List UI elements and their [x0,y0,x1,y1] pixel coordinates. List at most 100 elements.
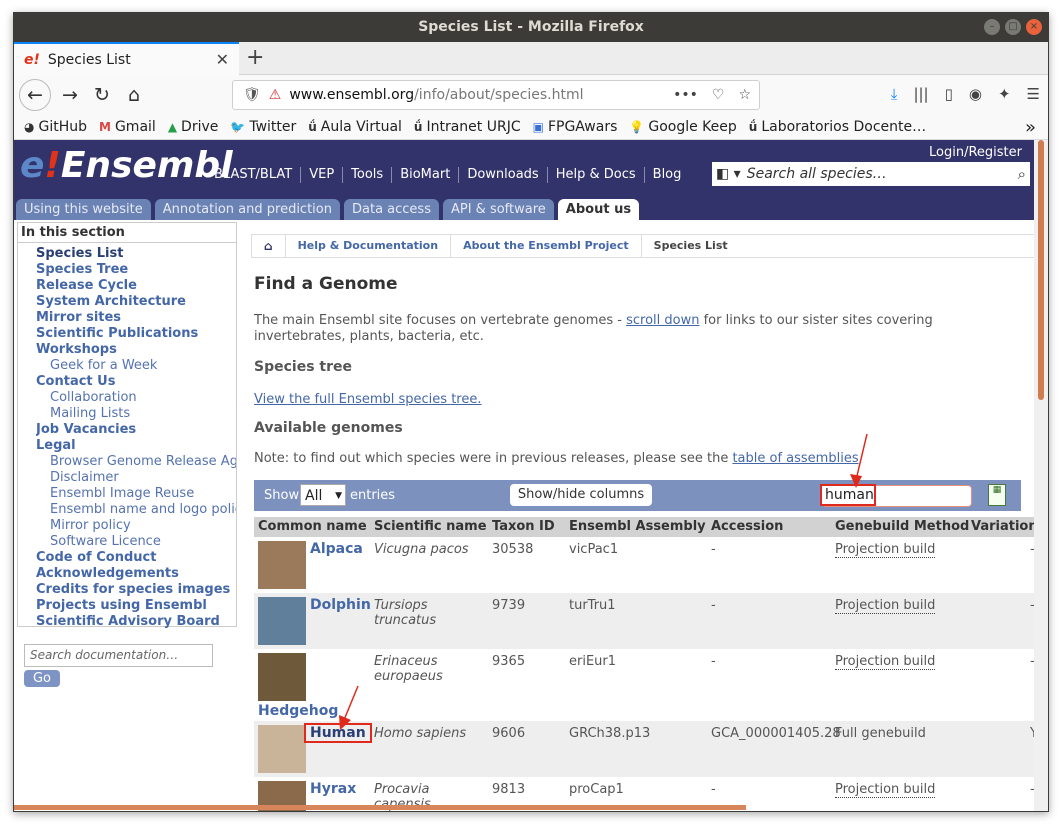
bookmark-star-icon[interactable]: ☆ [738,87,751,103]
topnav-link[interactable]: BLAST/BLAT [206,167,300,183]
close-tab-icon[interactable]: ✕ [216,50,229,69]
topnav-link[interactable]: VEP [300,167,342,183]
breadcrumb-item[interactable]: Help & Documentation [286,235,452,257]
page-actions-icon[interactable]: ••• [673,87,698,103]
genebuild-method[interactable]: Projection build [835,782,936,798]
column-header[interactable]: Accession [711,519,783,534]
login-register-link[interactable]: Login/Register [929,145,1022,160]
sidebar-item[interactable]: Mirror policy [36,518,236,534]
species-name-link[interactable]: Dolphin [310,597,371,613]
sidebar-item[interactable]: Scientific Publications [36,326,236,342]
topnav-link[interactable]: Help & Docs [546,167,644,183]
export-excel-icon[interactable]: ▦ [988,484,1006,506]
bookmark-item[interactable]: ▲ Drive [168,119,219,135]
doc-search-go-button[interactable]: Go [24,670,60,687]
close-window-button[interactable]: × [1026,19,1042,35]
topnav-link[interactable]: Blog [643,167,690,183]
site-search-input[interactable]: ◧ ▾ Search all species… ⌕ [712,162,1030,186]
vertical-scrollbar[interactable] [1034,140,1048,811]
topnav-link[interactable]: Downloads [458,167,546,183]
library-icon[interactable]: ||| [913,85,928,103]
bookmark-item[interactable]: ǘ Laboratorios Docente… [749,119,926,135]
breadcrumb-item[interactable]: About the Ensembl Project [451,235,642,257]
bookmark-item[interactable]: 🐦 Twitter [230,119,296,135]
home-button[interactable]: ⌂ [121,82,147,108]
sidebar-item[interactable]: Legal [36,438,236,454]
sidebar-item[interactable]: Projects using Ensembl [36,598,236,614]
species-name-link[interactable]: Hedgehog [258,703,338,719]
species-tree-link[interactable]: View the full Ensembl species tree. [254,392,481,407]
maximize-button[interactable]: □ [1005,19,1021,35]
section-tab[interactable]: API & software [442,199,554,220]
browser-tab[interactable]: e! Species List ✕ [14,42,239,75]
sidebar-item[interactable]: Mirror sites [36,310,236,326]
topnav-link[interactable]: BioMart [391,167,458,183]
reload-button[interactable]: ↻ [89,82,115,108]
species-name-link[interactable]: Alpaca [310,541,363,557]
column-header[interactable]: Scientific name [374,519,487,534]
bookmark-item[interactable]: ǘ Aula Virtual [308,119,402,135]
scrollbar-thumb[interactable] [1038,140,1044,400]
section-tab[interactable]: About us [557,199,640,220]
sidebar-item[interactable]: Release Cycle [36,278,236,294]
forward-button[interactable]: → [57,82,83,108]
topnav-link[interactable]: Tools [342,167,391,183]
sidebar-item[interactable]: Browser Genome Release Agreement [36,454,236,470]
column-header[interactable]: Taxon ID [492,519,555,534]
sidebar-item[interactable]: Species Tree [36,262,236,278]
minimize-button[interactable]: – [984,19,1000,35]
sidebar-icon[interactable]: ▯ [945,85,953,103]
new-tab-button[interactable]: + [246,45,264,70]
bookmark-item[interactable]: ▣ FPGAwars [533,119,618,135]
column-header[interactable]: Ensembl Assembly [569,519,706,534]
sidebar-item[interactable]: Acknowledgements [36,566,236,582]
genebuild-method[interactable]: Projection build [835,654,936,670]
url-bar[interactable]: 🛡 ⚠ www.ensembl.org /info/about/species.… [232,80,760,110]
sidebar-item[interactable]: Code of Conduct [36,550,236,566]
column-header[interactable]: Variation d [971,519,1036,534]
column-header[interactable]: Common name [258,519,367,534]
scroll-down-link[interactable]: scroll down [626,313,699,328]
section-tab[interactable]: Data access [344,199,439,220]
sidebar-item[interactable]: Job Vacancies [36,422,236,438]
sidebar-item[interactable]: Ensembl Image Reuse [36,486,236,502]
pocket-icon[interactable]: ♡ [712,87,725,103]
section-tab[interactable]: Annotation and prediction [154,199,340,220]
sidebar-item[interactable]: Workshops [36,342,236,358]
bookmark-item[interactable]: M Gmail [99,119,156,135]
bookmark-item[interactable]: ◕ GitHub [24,119,87,135]
genebuild-method[interactable]: Projection build [835,598,936,614]
extension-icon[interactable]: ✦ [998,85,1011,103]
sidebar-item[interactable]: Software Licence [36,534,236,550]
account-icon[interactable]: ◉ [969,85,982,103]
doc-search-input[interactable]: Search documentation… [24,644,213,667]
species-selector-icon[interactable]: ◧ ▾ [716,166,741,182]
species-name-link[interactable]: Hyrax [310,781,356,797]
sidebar-item[interactable]: Disclaimer [36,470,236,486]
home-icon[interactable]: ⌂ [252,235,286,257]
sidebar-item[interactable]: Ensembl name and logo policy [36,502,236,518]
column-header[interactable]: Genebuild Method [835,519,969,534]
section-tab[interactable]: Using this website [16,199,151,220]
insecure-lock-icon[interactable]: ⚠ [269,87,282,103]
ensembl-logo[interactable]: e!Ensembl [20,145,233,186]
bookmark-item[interactable]: 💡 Google Keep [629,119,736,135]
sidebar-item[interactable]: Mailing Lists [36,406,236,422]
sidebar-item[interactable]: System Architecture [36,294,236,310]
menu-icon[interactable]: ☰ [1027,85,1040,103]
entries-select[interactable]: All ▼ [300,484,346,506]
downloads-icon[interactable]: ⤓ [891,85,898,103]
search-icon[interactable]: ⌕ [1018,165,1030,183]
sidebar-item[interactable]: Species List [36,246,236,262]
horizontal-scrollbar[interactable] [14,805,746,810]
bookmarks-overflow-icon[interactable]: » [1025,117,1048,138]
sidebar-item[interactable]: Geek for a Week [36,358,236,374]
back-button[interactable]: ← [19,79,51,111]
genebuild-method[interactable]: Projection build [835,542,936,558]
sidebar-item[interactable]: Credits for species images [36,582,236,598]
sidebar-item[interactable]: Collaboration [36,390,236,406]
show-hide-columns-button[interactable]: Show/hide columns [510,484,652,506]
shield-icon[interactable]: 🛡 [243,87,261,103]
bookmark-item[interactable]: ǘ Intranet URJC [414,119,521,135]
sidebar-item[interactable]: Scientific Advisory Board [36,614,236,630]
